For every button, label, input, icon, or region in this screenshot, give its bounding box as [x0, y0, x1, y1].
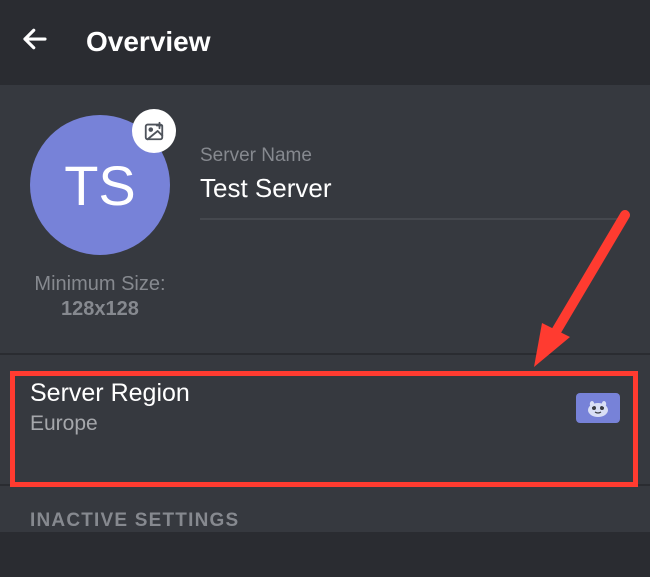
page-title: Overview [86, 26, 211, 58]
server-region-row[interactable]: Server Region Europe [0, 355, 650, 462]
inactive-settings-header: INACTIVE SETTINGS [0, 486, 650, 532]
server-region-title: Server Region [30, 379, 190, 408]
server-name-input[interactable]: Test Server [200, 173, 620, 220]
server-info-section: TS Minimum Size: 128x128 Server Name [0, 85, 650, 331]
server-icon-column: TS Minimum Size: 128x128 [30, 115, 170, 321]
upload-image-button[interactable] [132, 109, 176, 153]
add-image-icon [143, 120, 165, 142]
content-panel: TS Minimum Size: 128x128 Server Name [0, 85, 650, 532]
back-button[interactable] [20, 24, 50, 59]
server-name-column: Server Name Test Server [200, 115, 620, 220]
region-flag-icon [576, 393, 620, 423]
min-size-label: Minimum Size: [34, 273, 165, 296]
server-region-value: Europe [30, 412, 190, 436]
server-icon-wrapper: TS [30, 115, 170, 255]
min-size-value: 128x128 [34, 298, 165, 321]
min-size-hint: Minimum Size: 128x128 [34, 273, 165, 321]
server-region-text: Server Region Europe [30, 379, 190, 436]
header-bar: Overview [0, 0, 650, 79]
server-name-label: Server Name [200, 145, 620, 167]
